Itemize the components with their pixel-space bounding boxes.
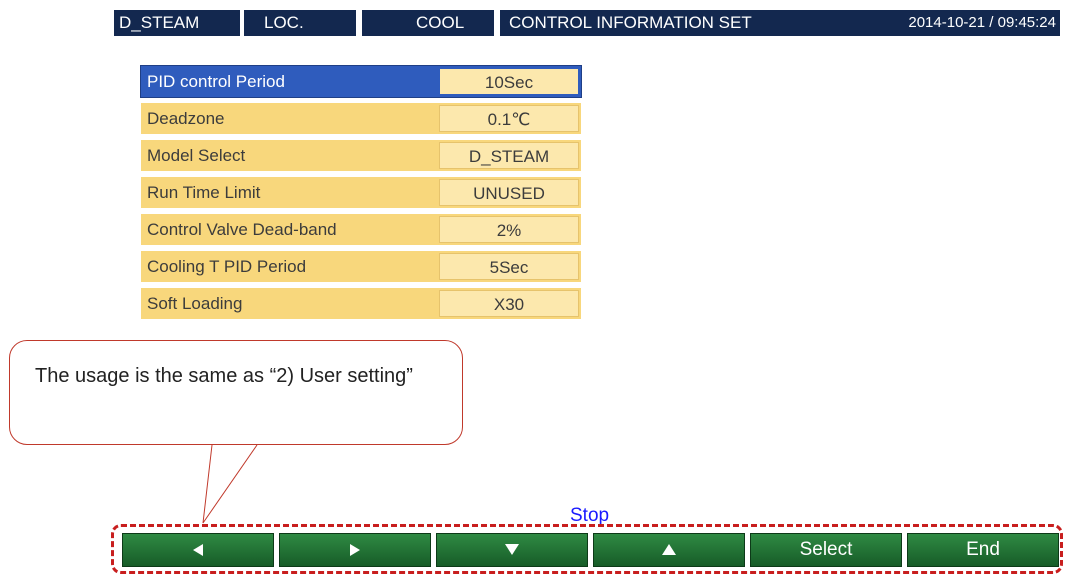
setting-value[interactable]: 2% bbox=[439, 216, 579, 243]
left-button[interactable] bbox=[122, 533, 274, 567]
setting-row-model-select[interactable]: Model Select D_STEAM bbox=[141, 140, 581, 171]
setting-label: Control Valve Dead-band bbox=[147, 220, 337, 239]
up-button[interactable] bbox=[593, 533, 745, 567]
setting-row-cooling-t-pid-period[interactable]: Cooling T PID Period 5Sec bbox=[141, 251, 581, 282]
right-button[interactable] bbox=[279, 533, 431, 567]
setting-row-deadzone[interactable]: Deadzone 0.1℃ bbox=[141, 103, 581, 134]
annotation-callout: The usage is the same as “2) User settin… bbox=[9, 340, 463, 445]
setting-label: PID control Period bbox=[147, 72, 285, 91]
down-button[interactable] bbox=[436, 533, 588, 567]
setting-row-soft-loading[interactable]: Soft Loading X30 bbox=[141, 288, 581, 319]
navigation-button-bar: Select End bbox=[122, 533, 1062, 567]
header-bar: D_STEAM LOC. COOL CONTROL INFORMATION SE… bbox=[114, 10, 1060, 36]
setting-label: Run Time Limit bbox=[147, 183, 261, 202]
annotation-callout-text: The usage is the same as “2) User settin… bbox=[35, 365, 413, 387]
setting-label: Cooling T PID Period bbox=[147, 257, 307, 276]
setting-label: Soft Loading bbox=[147, 294, 243, 313]
setting-row-run-time-limit[interactable]: Run Time Limit UNUSED bbox=[141, 177, 581, 208]
datetime-display: 2014-10-21 / 09:45:24 bbox=[908, 14, 1056, 31]
settings-table: PID control Period 10Sec Deadzone 0.1℃ M… bbox=[140, 65, 582, 325]
setting-row-control-valve-dead-band[interactable]: Control Valve Dead-band 2% bbox=[141, 214, 581, 245]
triangle-down-icon bbox=[505, 544, 519, 556]
screen-title: CONTROL INFORMATION SET bbox=[509, 13, 752, 32]
select-button[interactable]: Select bbox=[750, 533, 902, 567]
setting-value[interactable]: 0.1℃ bbox=[439, 105, 579, 132]
triangle-left-icon bbox=[193, 543, 203, 556]
screen-title-bar: CONTROL INFORMATION SET 2014-10-21 / 09:… bbox=[500, 10, 1060, 36]
setting-value[interactable]: 10Sec bbox=[439, 68, 579, 95]
location-indicator: LOC. bbox=[244, 10, 356, 36]
mode-indicator: COOL bbox=[362, 10, 494, 36]
setting-value[interactable]: D_STEAM bbox=[439, 142, 579, 169]
setting-value[interactable]: 5Sec bbox=[439, 253, 579, 280]
setting-label: Model Select bbox=[147, 146, 246, 165]
end-button[interactable]: End bbox=[907, 533, 1059, 567]
model-indicator: D_STEAM bbox=[114, 10, 240, 36]
setting-value[interactable]: X30 bbox=[439, 290, 579, 317]
setting-label: Deadzone bbox=[147, 109, 225, 128]
setting-value[interactable]: UNUSED bbox=[439, 179, 579, 206]
triangle-right-icon bbox=[350, 543, 360, 556]
setting-row-pid-control-period[interactable]: PID control Period 10Sec bbox=[140, 65, 582, 98]
triangle-up-icon bbox=[662, 544, 676, 556]
